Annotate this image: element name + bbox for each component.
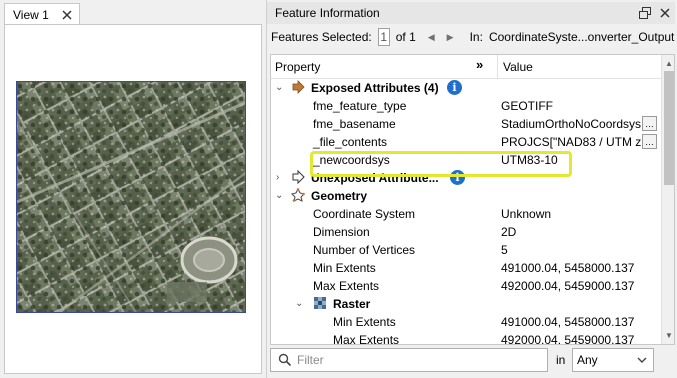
tree-row-attribute[interactable]: Min Extents 491000.04, 5458000.137 xyxy=(271,313,659,331)
attribute-name: _file_contents xyxy=(313,135,388,149)
attribute-value: PROJCS["NAD83 / UTM zo... xyxy=(501,135,641,149)
attribute-value: 5 xyxy=(501,243,508,257)
highlight-annotation-box xyxy=(310,151,572,177)
search-icon xyxy=(278,353,292,367)
attribute-name: Max Extents xyxy=(333,333,400,345)
attribute-value: 2D xyxy=(501,225,517,239)
group-label: Exposed Attributes (4) xyxy=(311,81,439,95)
features-selected-label: Features Selected: xyxy=(271,30,372,44)
chevron-down-icon[interactable]: ⌄ xyxy=(295,298,303,309)
tree-row-attribute[interactable]: Dimension 2D xyxy=(271,223,659,241)
tree-row-raster[interactable]: ⌄ Raster xyxy=(271,295,659,313)
source-feature-type: CoordinateSyste...onverter_Output xyxy=(488,30,675,44)
attribute-name: Max Extents xyxy=(313,279,380,293)
feature-property-tree: Property » Value ⌄ Exposed Attributes (4… xyxy=(270,54,675,345)
chevron-down-icon[interactable]: ⌄ xyxy=(275,82,283,93)
column-header-value[interactable]: Value xyxy=(503,60,533,74)
panel-title-bar: Feature Information xyxy=(267,2,675,24)
attribute-name: fme_feature_type xyxy=(313,99,407,113)
column-divider[interactable] xyxy=(497,55,498,79)
feature-information-panel: Feature Information Features Selected: 1… xyxy=(266,0,677,378)
tree-row-attribute[interactable]: Max Extents 492000.04, 5459000.137 xyxy=(271,331,659,345)
in-label: In: xyxy=(469,30,483,44)
attribute-value: 492000.04, 5459000.137 xyxy=(501,333,635,345)
filter-scope-select[interactable]: Any xyxy=(572,348,654,372)
vertical-scrollbar[interactable]: ▲ ▼ xyxy=(661,55,674,344)
geometry-icon xyxy=(291,188,305,202)
map-view-canvas[interactable] xyxy=(4,24,262,374)
attribute-value: 491000.04, 5458000.137 xyxy=(501,315,635,329)
aerial-raster-image xyxy=(16,81,246,313)
filter-scope-value: Any xyxy=(577,353,598,367)
feature-index-input[interactable]: 1 xyxy=(377,28,390,46)
filter-scope-label: in xyxy=(556,353,566,367)
close-icon[interactable] xyxy=(62,9,72,20)
attribute-name: Min Extents xyxy=(313,261,376,275)
filter-input[interactable] xyxy=(297,351,543,369)
attribute-value: GEOTIFF xyxy=(501,99,553,113)
view-value-button[interactable]: … xyxy=(642,134,657,149)
group-label: Geometry xyxy=(311,189,368,203)
tree-rows: ⌄ Exposed Attributes (4) i fme_feature_t… xyxy=(271,79,659,345)
attribute-name: Min Extents xyxy=(333,315,396,329)
tree-row-attribute[interactable]: Coordinate System Unknown xyxy=(271,205,659,223)
expand-columns-button[interactable]: » xyxy=(476,57,483,72)
column-header-property[interactable]: Property xyxy=(275,60,320,74)
aerial-photo-graphic xyxy=(17,82,245,312)
view-tab-label: View 1 xyxy=(13,7,49,22)
selection-bar: Features Selected: 1 of 1 ◀ ▶ In: Coordi… xyxy=(267,26,677,48)
tree-row-geometry[interactable]: ⌄ Geometry xyxy=(271,187,659,205)
attribute-name: fme_basename xyxy=(313,117,396,131)
scroll-down-icon[interactable]: ▼ xyxy=(665,331,673,340)
view-tab[interactable]: View 1 xyxy=(4,3,80,25)
tree-row-attribute[interactable]: _file_contents PROJCS["NAD83 / UTM zo...… xyxy=(271,133,659,151)
feature-total-label: of 1 xyxy=(395,30,416,44)
scrollbar-thumb[interactable] xyxy=(664,71,674,185)
attribute-value: 491000.04, 5458000.137 xyxy=(501,261,635,275)
float-panel-icon[interactable] xyxy=(639,7,651,19)
attribute-name: Number of Vertices xyxy=(313,243,416,257)
attribute-name: Coordinate System xyxy=(313,207,416,221)
view-value-button[interactable]: … xyxy=(642,116,657,131)
scroll-up-icon[interactable]: ▲ xyxy=(665,59,673,68)
tree-row-attribute[interactable]: Number of Vertices 5 xyxy=(271,241,659,259)
tree-row-attribute[interactable]: fme_basename StadiumOrthoNoCoordsys … xyxy=(271,115,659,133)
attribute-value: Unknown xyxy=(501,207,552,221)
tree-row-attribute[interactable]: Max Extents 492000.04, 5459000.137 xyxy=(271,277,659,295)
attribute-value: StadiumOrthoNoCoordsys xyxy=(501,117,641,131)
view-panel: View 1 xyxy=(0,0,262,378)
tree-row-attribute[interactable]: fme_feature_type GEOTIFF xyxy=(271,97,659,115)
chevron-down-icon[interactable]: ⌄ xyxy=(275,190,283,201)
outline-arrow-icon xyxy=(292,170,305,184)
info-icon[interactable]: i xyxy=(447,80,462,95)
group-label: Raster xyxy=(333,297,371,311)
attribute-value: 492000.04, 5459000.137 xyxy=(501,279,635,293)
tree-row-exposed-attributes[interactable]: ⌄ Exposed Attributes (4) i xyxy=(271,79,659,97)
chevron-right-icon[interactable]: › xyxy=(276,172,279,183)
chevron-down-icon xyxy=(637,357,647,363)
raster-icon xyxy=(314,297,326,309)
previous-feature-icon[interactable]: ◀ xyxy=(428,32,435,43)
tree-row-attribute[interactable]: Min Extents 491000.04, 5458000.137 xyxy=(271,259,659,277)
tree-header: Property » Value xyxy=(271,55,661,79)
close-icon[interactable] xyxy=(659,7,671,19)
next-feature-icon[interactable]: ▶ xyxy=(447,32,454,43)
arrow-right-icon xyxy=(292,80,305,94)
panel-title: Feature Information xyxy=(275,6,380,20)
filter-field[interactable] xyxy=(270,348,548,372)
attribute-name: Dimension xyxy=(313,225,370,239)
filter-bar: in Any xyxy=(270,348,675,372)
